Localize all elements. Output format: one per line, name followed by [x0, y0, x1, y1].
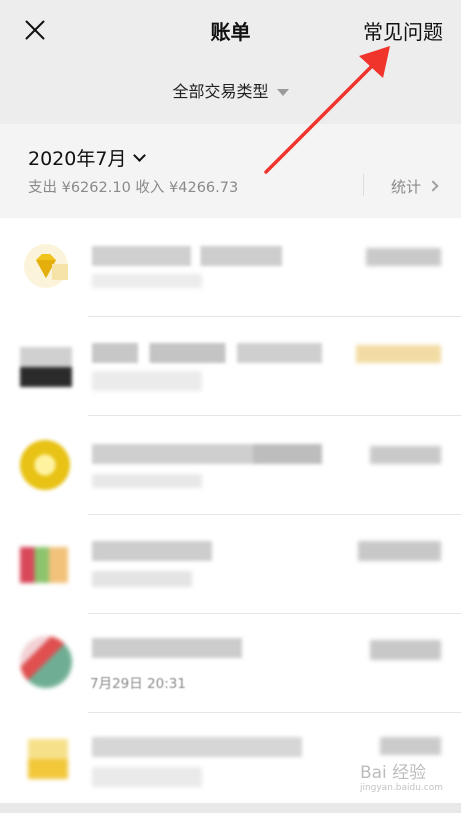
bottom-edge: [0, 803, 461, 813]
chevron-right-icon: [427, 180, 439, 192]
blurred-amount: [370, 446, 441, 464]
blurred-amount: [370, 640, 441, 660]
blurred-amount: [366, 248, 441, 266]
blurred-time: [92, 274, 202, 288]
watermark: Bai 经验 jingyan.baidu.com: [359, 763, 443, 793]
filter-label: 全部交易类型: [172, 82, 269, 101]
merchant-avatar-icon: [20, 636, 72, 688]
blurred-time: [92, 371, 202, 391]
blurred-amount: [358, 541, 441, 561]
chevron-down-icon: [133, 149, 147, 162]
diamond-icon: [24, 244, 68, 288]
month-label: 2020年7月: [28, 148, 127, 170]
caret-down-icon: [276, 89, 289, 96]
blurred-time: [92, 571, 192, 587]
transaction-type-filter[interactable]: 全部交易类型: [0, 78, 461, 102]
blurred-merchant-name: [92, 737, 302, 757]
merchant-avatar-icon: [20, 440, 70, 490]
merchant-avatar-icon: [20, 547, 68, 583]
transaction-row[interactable]: [0, 317, 461, 416]
transaction-row[interactable]: [0, 218, 461, 317]
merchant-avatar-icon: [28, 739, 68, 779]
month-selector[interactable]: 2020年7月: [28, 144, 147, 171]
blurred-time: [92, 474, 202, 488]
month-summary-panel: 2020年7月 支出 ¥6262.10 收入 ¥4266.73 统计: [0, 124, 461, 218]
income-expense-summary: 支出 ¥6262.10 收入 ¥4266.73: [28, 180, 239, 196]
blurred-merchant-name: [92, 246, 282, 266]
blurred-merchant-name: [92, 343, 322, 363]
blurred-merchant-name: [92, 638, 242, 658]
blurred-amount: [356, 345, 441, 363]
blurred-merchant-name: [92, 541, 212, 561]
transaction-time: 7月29日 20:31: [90, 676, 186, 692]
transaction-row[interactable]: 7月29日 20:31: [0, 614, 461, 713]
divider: [363, 174, 364, 196]
transaction-row[interactable]: [0, 416, 461, 515]
transaction-row[interactable]: [0, 515, 461, 614]
merchant-avatar-icon: [20, 347, 72, 387]
statistics-link[interactable]: 统计: [391, 176, 439, 197]
blurred-merchant-name: [92, 444, 322, 464]
statistics-label: 统计: [391, 178, 422, 196]
blurred-amount: [380, 737, 441, 755]
faq-link[interactable]: 常见问题: [363, 16, 443, 45]
top-bar: 账单 常见问题 全部交易类型: [0, 0, 461, 124]
blurred-time: [92, 767, 202, 787]
transaction-list: 7月29日 20:31: [0, 218, 461, 812]
